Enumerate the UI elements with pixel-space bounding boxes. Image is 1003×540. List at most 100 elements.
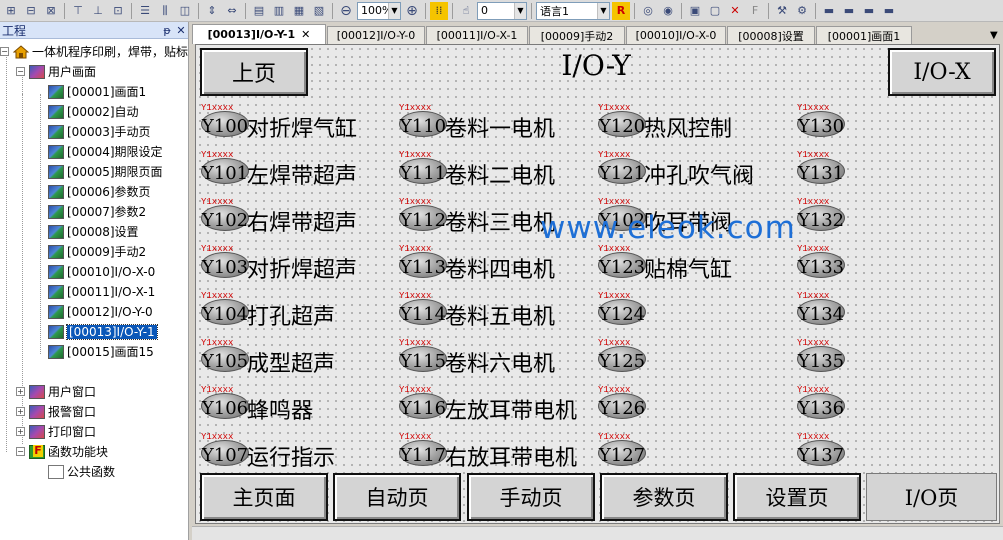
io-indicator-lamp[interactable]: Y1xxxx Y102 <box>201 197 249 231</box>
io-indicator-lamp[interactable]: Y1xxxx Y100 <box>201 103 249 137</box>
same-size-icon[interactable]: ◫ <box>176 2 194 20</box>
zoom-out-icon[interactable]: ⊖ <box>337 2 355 20</box>
tree-screen-item[interactable]: [00005]期限页面 <box>48 162 163 181</box>
align-right-icon[interactable]: ⊠ <box>42 2 60 20</box>
properties-icon[interactable]: ▢ <box>706 2 724 20</box>
align-middle-icon[interactable]: ⊥ <box>89 2 107 20</box>
function-icon[interactable]: F <box>746 2 764 20</box>
tree-screen-item[interactable]: [00009]手动2 <box>48 242 146 261</box>
tree-screen-item[interactable]: [00011]I/O-X-1 <box>48 282 155 301</box>
tree-func-block[interactable]: − 函数功能块 <box>16 442 108 461</box>
collapse-icon[interactable]: − <box>16 67 25 76</box>
group-icon[interactable]: ▦ <box>290 2 308 20</box>
pin-icon[interactable]: ᵽ <box>160 24 174 37</box>
delete-icon[interactable]: ✕ <box>726 2 744 20</box>
io-indicator-lamp[interactable]: Y1xxxx Y107 <box>201 432 249 466</box>
io-indicator-lamp[interactable]: Y1xxxx Y132 <box>797 197 845 231</box>
io-indicator-lamp[interactable]: Y1xxxx Y135 <box>797 338 845 372</box>
bottom-nav-button[interactable]: 设置页 <box>733 473 861 521</box>
screen-editor-canvas[interactable]: 上页 I/O-Y I/O-X Y1xxxx Y100 对折焊气缸 Y1xxxx Y101… <box>195 44 1000 524</box>
io-indicator-lamp[interactable]: Y1xxxx Y121 <box>598 150 646 184</box>
io-indicator-lamp[interactable]: Y1xxxx Y104 <box>201 291 249 325</box>
tree-user-window[interactable]: + 用户窗口 <box>16 382 96 401</box>
tree-print-window[interactable]: + 打印窗口 <box>16 422 96 441</box>
io-indicator-lamp[interactable]: Y1xxxx Y125 <box>598 338 646 372</box>
connect-icon[interactable]: ▬ <box>880 2 898 20</box>
compile-icon[interactable]: ⚒ <box>773 2 791 20</box>
tree-screen-item[interactable]: [00013]I/O-Y-1 <box>48 322 158 341</box>
io-indicator-lamp[interactable]: Y1xxxx Y126 <box>598 385 646 419</box>
io-indicator-lamp[interactable]: Y1xxxx Y133 <box>797 244 845 278</box>
io-indicator-lamp[interactable]: Y1xxxx Y130 <box>797 103 845 137</box>
expand-icon[interactable]: + <box>16 427 25 436</box>
align-left-icon[interactable]: ⊞ <box>2 2 20 20</box>
io-indicator-lamp[interactable]: Y1xxxx Y134 <box>797 291 845 325</box>
io-indicator-lamp[interactable]: Y1xxxx Y117 <box>399 432 447 466</box>
io-indicator-lamp[interactable]: Y1xxxx Y116 <box>399 385 447 419</box>
collapse-icon[interactable]: − <box>0 47 9 56</box>
grid-icon[interactable]: ⁞⁞ <box>430 1 448 20</box>
record-icon[interactable]: ◉ <box>659 2 677 20</box>
tree-screen-item[interactable]: [00008]设置 <box>48 222 139 241</box>
bottom-nav-button[interactable]: I/O页 <box>866 473 997 521</box>
io-indicator-lamp[interactable]: Y1xxxx Y137 <box>797 432 845 466</box>
prev-page-button[interactable]: 上页 <box>200 48 308 96</box>
io-indicator-lamp[interactable]: Y1xxxx Y124 <box>598 291 646 325</box>
zoom-in-icon[interactable]: ⊕ <box>403 2 421 20</box>
tree-screen-item[interactable]: [00002]自动 <box>48 102 139 121</box>
font-color-icon[interactable]: R <box>612 1 630 20</box>
bottom-nav-button[interactable]: 自动页 <box>333 473 461 521</box>
io-indicator-lamp[interactable]: Y1xxxx Y115 <box>399 338 447 372</box>
align-bottom-icon[interactable]: ⊡ <box>109 2 127 20</box>
tree-screen-item[interactable]: [00006]参数页 <box>48 182 151 201</box>
tree-user-screens[interactable]: − 用户画面 <box>16 62 96 81</box>
ungroup-icon[interactable]: ▧ <box>310 2 328 20</box>
io-indicator-lamp[interactable]: Y1xxxx Y120 <box>598 103 646 137</box>
io-indicator-lamp[interactable]: Y1xxxx Y103 <box>201 244 249 278</box>
tab-item[interactable]: [00013]I/O-Y-1 ✕ <box>192 24 326 44</box>
io-indicator-lamp[interactable]: Y1xxxx Y136 <box>797 385 845 419</box>
bottom-nav-button[interactable]: 手动页 <box>467 473 595 521</box>
simulate-icon[interactable]: ◎ <box>639 2 657 20</box>
tree-screen-item[interactable]: [00007]参数2 <box>48 202 146 221</box>
build-icon[interactable]: ⚙ <box>793 2 811 20</box>
collapse-icon[interactable]: − <box>16 447 25 456</box>
number-combo[interactable]: 0 ▼ <box>477 1 527 20</box>
io-indicator-lamp[interactable]: Y1xxxx Y127 <box>598 432 646 466</box>
io-indicator-lamp[interactable]: Y1xxxx Y113 <box>399 244 447 278</box>
tree-screen-item[interactable]: [00010]I/O-X-0 <box>48 262 155 281</box>
io-indicator-lamp[interactable]: Y1xxxx Y112 <box>399 197 447 231</box>
tab-item[interactable]: [00001]画面1 <box>816 26 912 44</box>
device-icon[interactable]: ▬ <box>860 2 878 20</box>
bottom-nav-button[interactable]: 主页面 <box>200 473 328 521</box>
same-width-icon[interactable]: ⇔ <box>223 2 241 20</box>
tab-close-icon[interactable]: ✕ <box>301 28 310 41</box>
tree-screen-item[interactable]: [00003]手动页 <box>48 122 151 141</box>
horizontal-scrollbar[interactable] <box>192 526 1003 540</box>
tab-item[interactable]: [00011]I/O-X-1 <box>426 26 528 44</box>
same-height-icon[interactable]: ⇕ <box>203 2 221 20</box>
zoom-combo[interactable]: 100% ▼ <box>357 1 401 20</box>
io-indicator-lamp[interactable]: Y1xxxx Y111 <box>399 150 447 184</box>
align-top-icon[interactable]: ⊤ <box>69 2 87 20</box>
bring-front-icon[interactable]: ▤ <box>250 2 268 20</box>
tab-item[interactable]: [00012]I/O-Y-0 <box>327 26 425 44</box>
upload-icon[interactable]: ▬ <box>840 2 858 20</box>
distribute-h-icon[interactable]: ☰ <box>136 2 154 20</box>
distribute-v-icon[interactable]: ⫼ <box>156 2 174 20</box>
io-x-button[interactable]: I/O-X <box>888 48 996 96</box>
hand-pointer-icon[interactable]: ☝ <box>457 2 475 20</box>
tree-screen-item[interactable]: [00015]画面15 <box>48 342 154 361</box>
tree-alarm-window[interactable]: + 报警窗口 <box>16 402 96 421</box>
language-combo[interactable]: 语言1 ▼ <box>536 1 610 20</box>
io-indicator-lamp[interactable]: Y1xxxx Y131 <box>797 150 845 184</box>
expand-icon[interactable]: + <box>16 387 25 396</box>
expand-icon[interactable]: + <box>16 407 25 416</box>
tab-item[interactable]: [00008]设置 <box>727 26 815 44</box>
tree-screen-item[interactable]: [00004]期限设定 <box>48 142 163 161</box>
send-back-icon[interactable]: ▥ <box>270 2 288 20</box>
io-indicator-lamp[interactable]: Y1xxxx Y101 <box>201 150 249 184</box>
tab-item[interactable]: [00009]手动2 <box>529 26 625 44</box>
tree-screen-item[interactable]: [00012]I/O-Y-0 <box>48 302 153 321</box>
io-indicator-lamp[interactable]: Y1xxxx Y105 <box>201 338 249 372</box>
